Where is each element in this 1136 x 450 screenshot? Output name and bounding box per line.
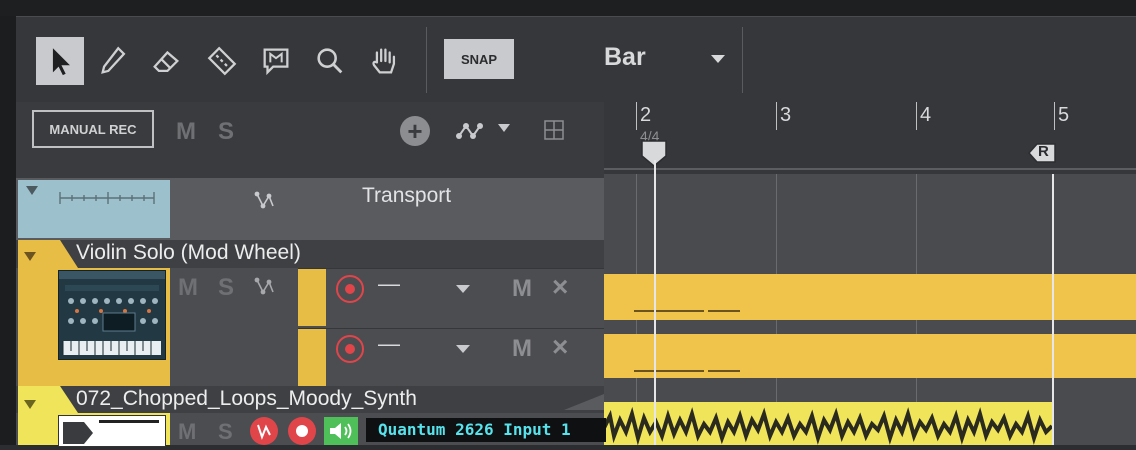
bar-number: 5 — [1058, 104, 1070, 126]
track-name: Transport — [362, 184, 452, 207]
track-color-swatch — [18, 180, 170, 238]
toolbar-divider — [742, 27, 743, 93]
automation-line — [634, 310, 704, 312]
bar-number: 2 — [640, 104, 652, 126]
playhead[interactable] — [654, 174, 656, 445]
waveform — [602, 406, 1054, 446]
track-violin-solo[interactable]: M S — M × — M × — [16, 268, 604, 386]
track-mute-button[interactable]: M — [178, 274, 198, 302]
audio-clip[interactable] — [602, 402, 1054, 446]
bar-tick — [1054, 102, 1055, 130]
hand-tool-button[interactable] — [360, 37, 408, 85]
bar-number: 3 — [780, 104, 792, 126]
track-solo-button[interactable]: S — [218, 274, 234, 302]
record-arm-icon[interactable] — [336, 335, 364, 363]
violin-lane1-clip[interactable] — [604, 274, 1136, 320]
arrow-tool-button[interactable] — [36, 37, 84, 85]
chevron-down-icon[interactable] — [456, 285, 470, 293]
lane-value[interactable]: — — [378, 271, 400, 297]
global-mute-button[interactable]: M — [176, 118, 196, 146]
play-icon — [63, 422, 93, 444]
automation-line — [708, 310, 740, 312]
automation-toggle-icon[interactable] — [250, 417, 278, 445]
record-button-icon[interactable] — [288, 417, 316, 445]
track-name: Violin Solo (Mod Wheel) — [76, 241, 301, 264]
collapse-arrow-icon[interactable] — [24, 252, 36, 261]
arrow-icon — [52, 48, 70, 76]
global-solo-button[interactable]: S — [218, 118, 234, 146]
pencil-tool-button[interactable] — [90, 37, 138, 85]
split-tool-button[interactable] — [198, 37, 246, 85]
lane-close-button[interactable]: × — [552, 333, 568, 361]
loop-end-line — [1052, 174, 1054, 445]
timeline-area[interactable] — [602, 174, 1136, 446]
toolbar: SNAP Bar — [16, 16, 1136, 103]
synth-plugin-image — [59, 271, 165, 355]
grid-icon[interactable] — [544, 120, 564, 140]
instrument-thumbnail[interactable] — [58, 270, 166, 360]
chevron-down-icon[interactable] — [711, 55, 725, 63]
eraser-icon — [153, 50, 180, 73]
lane-value[interactable]: — — [378, 331, 400, 357]
automation-icon[interactable] — [456, 120, 486, 142]
track-color-swatch — [18, 413, 170, 447]
track-solo-button[interactable]: S — [218, 419, 233, 445]
hand-icon — [372, 48, 396, 74]
chevron-down-icon[interactable] — [498, 124, 510, 132]
track-transport[interactable]: Transport — [16, 178, 604, 240]
snap-button[interactable]: SNAP — [444, 39, 514, 79]
automation-icon[interactable] — [254, 276, 276, 296]
timeline-ruler[interactable]: 2 3 4 5 4/4 R — [604, 102, 1136, 174]
instrument-thumbnail[interactable] — [58, 415, 166, 447]
automation-icon[interactable] — [254, 190, 276, 210]
waveform-line — [99, 420, 159, 423]
track-corner — [564, 394, 604, 410]
bar-tick — [776, 102, 777, 130]
snap-value[interactable]: Bar — [604, 43, 646, 72]
track-name: 072_Chopped_Loops_Moody_Synth — [76, 387, 417, 410]
marker-icon — [263, 48, 289, 76]
add-track-icon[interactable]: + — [400, 116, 430, 146]
ruler-baseline — [604, 168, 1136, 170]
collapse-arrow-icon[interactable] — [26, 186, 38, 195]
toolbar-divider — [426, 27, 427, 93]
left-edge — [0, 16, 16, 445]
track-header: MANUAL REC M S + — [16, 102, 604, 178]
track-mute-button[interactable]: M — [178, 419, 196, 445]
eraser-tool-button[interactable] — [142, 37, 190, 85]
manual-rec-button[interactable]: MANUAL REC — [32, 110, 154, 148]
lane-close-button[interactable]: × — [552, 273, 568, 301]
magnifier-icon — [317, 48, 343, 74]
automation-lane[interactable]: — M × — [298, 328, 604, 387]
bar-tick — [916, 102, 917, 130]
record-arm-icon[interactable] — [336, 275, 364, 303]
marker-tool-button[interactable] — [252, 37, 300, 85]
end-marker-label: R — [1038, 143, 1049, 160]
split-icon — [207, 46, 237, 76]
input-selector[interactable]: Quantum 2626 Input 1 — [366, 418, 606, 442]
chevron-down-icon[interactable] — [456, 345, 470, 353]
lane-mute-button[interactable]: M — [512, 335, 532, 363]
track-color-swatch — [18, 268, 170, 386]
automation-line — [708, 370, 740, 372]
zoom-tool-button[interactable] — [306, 37, 354, 85]
automation-line — [634, 370, 704, 372]
ruler-icon — [59, 192, 155, 204]
automation-lane[interactable]: — M × — [298, 268, 604, 327]
bar-tick — [636, 102, 637, 130]
top-strip — [0, 0, 1136, 16]
violin-lane2-clip[interactable] — [604, 334, 1136, 378]
collapse-arrow-icon[interactable] — [24, 400, 36, 409]
bar-number: 4 — [920, 104, 932, 126]
lane-mute-button[interactable]: M — [512, 275, 532, 303]
playhead-head — [654, 160, 656, 174]
monitor-speaker-icon[interactable] — [324, 417, 358, 445]
pencil-icon — [101, 46, 126, 74]
